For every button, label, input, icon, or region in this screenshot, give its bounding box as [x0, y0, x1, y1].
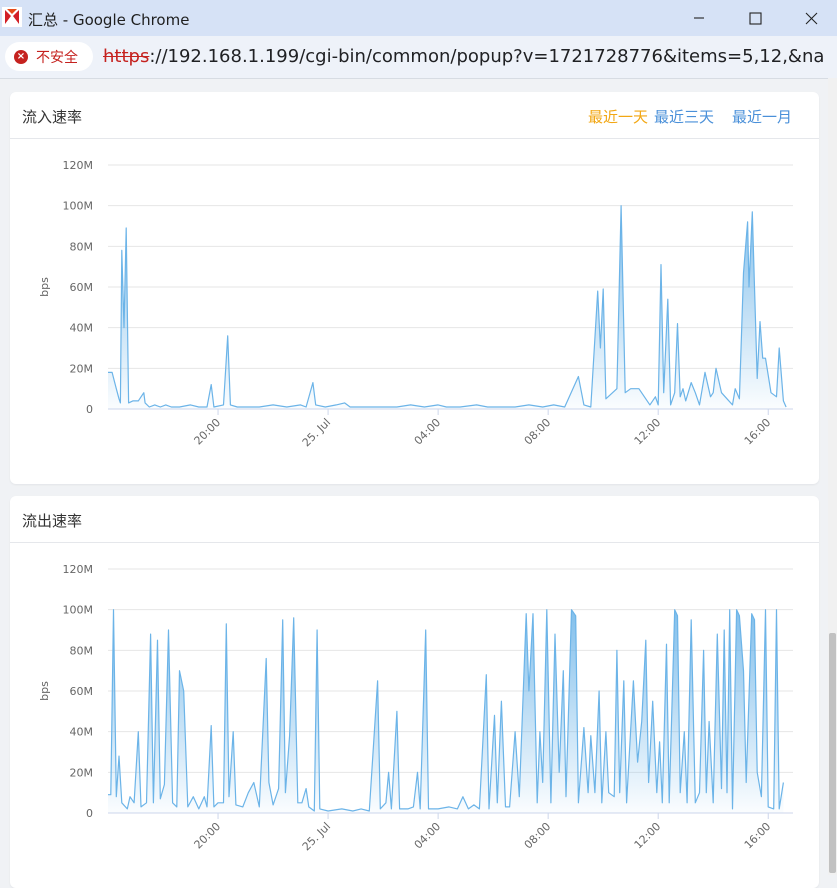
url-rest: ://192.168.1.199/cgi-bin/common/popup?v=…: [149, 46, 823, 67]
x-tick-label: 16:00: [742, 416, 774, 448]
y-tick-label: 40M: [70, 322, 94, 335]
range-last-three-days[interactable]: 最近三天: [654, 108, 714, 126]
minimize-button[interactable]: [671, 0, 727, 36]
y-tick-label: 100M: [63, 200, 94, 213]
address-bar: × 不安全 https://192.168.1.199/cgi-bin/comm…: [0, 36, 837, 79]
security-label: 不安全: [36, 49, 78, 66]
x-tick-label: 20:00: [192, 416, 224, 448]
y-axis-label: bps: [38, 277, 51, 297]
x-tick-label: 16:00: [742, 820, 774, 852]
x-tick-label: 12:00: [632, 820, 664, 852]
inbound-chart-svg: 0 20M 40M 60M 80M 100M 120M bps 20:00 25. Jul 04:0…: [38, 159, 793, 449]
series-area: [108, 609, 784, 813]
series-area: [108, 205, 787, 409]
card-header: 流入速率 最近一天 最近三天 最近一月: [10, 92, 819, 139]
x-tick-label: 20:00: [192, 820, 224, 852]
window-title: 汇总 - Google Chrome: [28, 11, 190, 29]
outbound-rate-card: 流出速率 0 20M 40M 60M 80M 100M 120M bps 20:00 25. Ju…: [10, 496, 819, 888]
page-scrollbar[interactable]: [828, 78, 837, 875]
security-indicator[interactable]: × 不安全: [5, 42, 93, 71]
x-tick-label: 08:00: [522, 820, 554, 852]
y-tick-label: 0: [86, 403, 93, 416]
y-axis-label: bps: [38, 681, 51, 701]
scrollbar-thumb[interactable]: [829, 633, 836, 873]
x-tick-label: 12:00: [632, 416, 664, 448]
y-tick-label: 60M: [70, 685, 94, 698]
error-icon: ×: [14, 49, 28, 64]
maximize-button[interactable]: [727, 0, 783, 36]
y-tick-label: 20M: [70, 766, 94, 779]
y-tick-label: 40M: [70, 726, 94, 739]
y-tick-label: 100M: [63, 604, 94, 617]
maximize-icon: [748, 11, 762, 25]
inbound-rate-card: 流入速率 最近一天 最近三天 最近一月 0 20M 40M 60M 80M 100M 120M b…: [10, 92, 819, 484]
outbound-chart-svg: 0 20M 40M 60M 80M 100M 120M bps 20:00 25. Jul 04:0…: [38, 563, 793, 853]
close-button[interactable]: [783, 0, 837, 36]
time-range-links: 最近一天 最近三天 最近一月: [582, 106, 792, 127]
y-tick-label: 80M: [70, 240, 94, 253]
x-tick-label: 08:00: [522, 416, 554, 448]
url-field[interactable]: https://192.168.1.199/cgi-bin/common/pop…: [103, 46, 823, 67]
x-tick-label: 04:00: [412, 820, 444, 852]
outbound-chart: 0 20M 40M 60M 80M 100M 120M bps 20:00 25. Jul 04:0…: [10, 543, 819, 888]
y-tick-label: 0: [86, 807, 93, 820]
card-header: 流出速率: [10, 496, 819, 543]
range-last-day[interactable]: 最近一天: [588, 108, 648, 126]
inbound-chart: 0 20M 40M 60M 80M 100M 120M bps 20:00 25. Jul 04:0…: [10, 139, 819, 484]
card-title: 流入速率: [22, 108, 83, 126]
y-tick-label: 120M: [63, 159, 94, 172]
y-tick-label: 60M: [70, 281, 94, 294]
card-title: 流出速率: [22, 512, 83, 530]
title-bar: 汇总 - Google Chrome: [0, 0, 837, 36]
y-tick-label: 80M: [70, 644, 94, 657]
x-tick-label: 04:00: [412, 416, 444, 448]
y-tick-label: 20M: [70, 362, 94, 375]
y-tick-label: 120M: [63, 563, 94, 576]
x-tick-label: 25. Jul: [300, 416, 333, 449]
close-icon: [805, 12, 817, 24]
x-tick-label: 25. Jul: [300, 820, 333, 853]
app-icon: [2, 7, 22, 27]
series-line: [108, 205, 787, 408]
range-last-month[interactable]: 最近一月: [732, 108, 792, 126]
minimize-icon: [694, 17, 704, 19]
url-scheme: https: [103, 46, 150, 67]
